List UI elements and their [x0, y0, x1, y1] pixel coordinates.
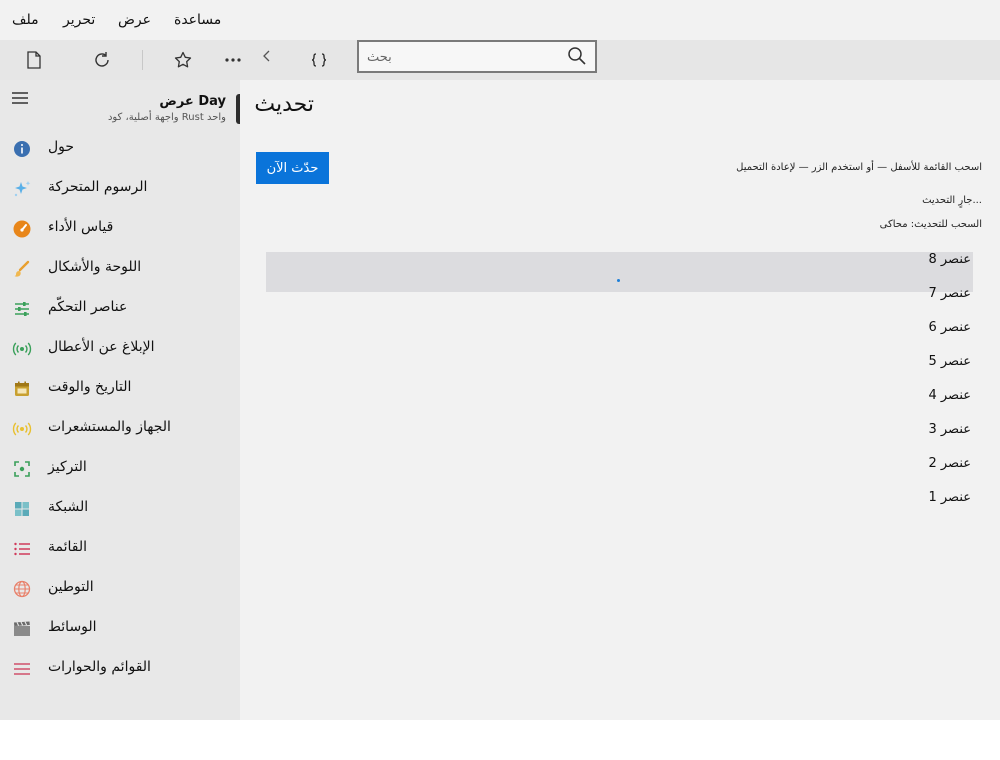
list-item-label: عنصر 8 [928, 252, 971, 267]
sidebar-item-device-sensors[interactable]: الجهاز والمستشعرات [0, 409, 240, 449]
sliders-icon [12, 299, 32, 319]
list-item-label: عنصر 7 [928, 286, 971, 301]
sidebar-item-animations[interactable]: الرسوم المتحركة [0, 169, 240, 209]
sensor-icon [12, 419, 32, 439]
sidebar-item-label: الرسوم المتحركة [48, 179, 148, 195]
sidebar-item-menus-dialogs[interactable]: القوائم والحوارات [0, 649, 240, 689]
list-item[interactable]: عنصر 6 [266, 320, 973, 354]
menu-file[interactable]: ملف [12, 12, 39, 28]
pull-hint: اسحب القائمة للأسفل — أو استخدم الزر — ل… [736, 162, 982, 173]
sidebar-item-label: حول [48, 139, 75, 155]
toolbar-separator [142, 50, 143, 70]
calendar-icon [12, 379, 32, 399]
sidebar-item-benchmark[interactable]: قياس الأداء [0, 209, 240, 249]
sidebar-item-date-time[interactable]: التاريخ والوقت [0, 369, 240, 409]
menu-view[interactable]: عرض [118, 12, 151, 28]
sidebar-item-controls[interactable]: عناصر التحكّم [0, 289, 240, 329]
sidebar-item-label: القائمة [48, 539, 87, 555]
sidebar-item-label: اللوحة والأشكال [48, 259, 142, 275]
sidebar-item-label: التوطين [48, 579, 94, 595]
star-icon[interactable] [171, 48, 195, 72]
sidebar: عرض Day واجهة أصلية، كود Rust واحد حول ا… [0, 80, 240, 720]
sidebar-item-localization[interactable]: التوطين [0, 569, 240, 609]
search-box[interactable] [357, 40, 597, 73]
menu-lines-icon [12, 659, 32, 679]
list-item[interactable]: عنصر 4 [266, 388, 973, 422]
broadcast-icon [12, 339, 32, 359]
list-item-label: عنصر 2 [928, 456, 971, 471]
list-item[interactable]: عنصر 2 [266, 456, 973, 490]
hamburger-menu-icon[interactable] [10, 90, 32, 112]
sidebar-item-canvas[interactable]: اللوحة والأشكال [0, 249, 240, 289]
focus-icon [12, 459, 32, 479]
refresh-icon[interactable] [90, 48, 114, 72]
search-input[interactable] [367, 45, 557, 69]
sidebar-item-list[interactable]: القائمة [0, 529, 240, 569]
chevron-left-icon[interactable] [255, 44, 279, 68]
list-item[interactable]: عنصر 7 [266, 286, 973, 320]
menu-help[interactable]: مساعدة [174, 12, 221, 28]
grid-icon [12, 499, 32, 519]
sidebar-item-label: التركيز [48, 459, 87, 475]
loading-indicator [617, 279, 620, 282]
info-icon [12, 139, 32, 159]
pull-state: السحب للتحديث: محاكى [879, 219, 982, 230]
sparkle-icon [12, 179, 32, 199]
app-subtitle: واجهة أصلية، كود Rust واحد [107, 112, 226, 123]
clapper-icon [12, 619, 32, 639]
sidebar-item-focus[interactable]: التركيز [0, 449, 240, 489]
refresh-status: جارٍ التحديث... [922, 195, 982, 206]
brush-icon [12, 259, 32, 279]
search-icon[interactable] [567, 46, 589, 68]
sidebar-item-label: الشبكة [48, 499, 89, 515]
list-icon [12, 539, 32, 559]
sidebar-item-media[interactable]: الوسائط [0, 609, 240, 649]
list-item-label: عنصر 1 [928, 490, 971, 505]
refresh-now-button[interactable]: حدّث الآن [256, 152, 329, 184]
new-document-icon[interactable] [22, 48, 46, 72]
sidebar-item-label: التاريخ والوقت [48, 379, 132, 395]
more-icon[interactable] [221, 48, 245, 72]
list-item-label: عنصر 4 [928, 388, 971, 403]
window-footer [0, 720, 1000, 760]
gauge-icon [12, 219, 32, 239]
sidebar-item-label: قياس الأداء [48, 219, 114, 235]
list-item-label: عنصر 6 [928, 320, 971, 335]
sidebar-item-label: عناصر التحكّم [48, 299, 128, 315]
page-title: تحديث [254, 92, 314, 117]
app-title: عرض Day [159, 94, 226, 109]
list-item[interactable]: عنصر 3 [266, 422, 973, 456]
menu-edit[interactable]: تحرير [63, 12, 95, 28]
globe-icon [12, 579, 32, 599]
sidebar-item-label: القوائم والحوارات [48, 659, 151, 675]
sidebar-item-label: الجهاز والمستشعرات [48, 419, 171, 435]
sidebar-item-label: الإبلاغ عن الأعطال [48, 339, 155, 355]
sidebar-item-grid[interactable]: الشبكة [0, 489, 240, 529]
list-item[interactable]: عنصر 1 [266, 490, 973, 524]
menu-bar: ملف تحرير عرض مساعدة [0, 0, 1000, 40]
sidebar-item-about[interactable]: حول [0, 129, 240, 169]
list-item[interactable]: عنصر 5 [266, 354, 973, 388]
list-item-label: عنصر 5 [928, 354, 971, 369]
code-braces-icon[interactable] [307, 48, 331, 72]
sidebar-item-crash-reporting[interactable]: الإبلاغ عن الأعطال [0, 329, 240, 369]
list-item-label: عنصر 3 [928, 422, 971, 437]
sidebar-item-label: الوسائط [48, 619, 97, 635]
